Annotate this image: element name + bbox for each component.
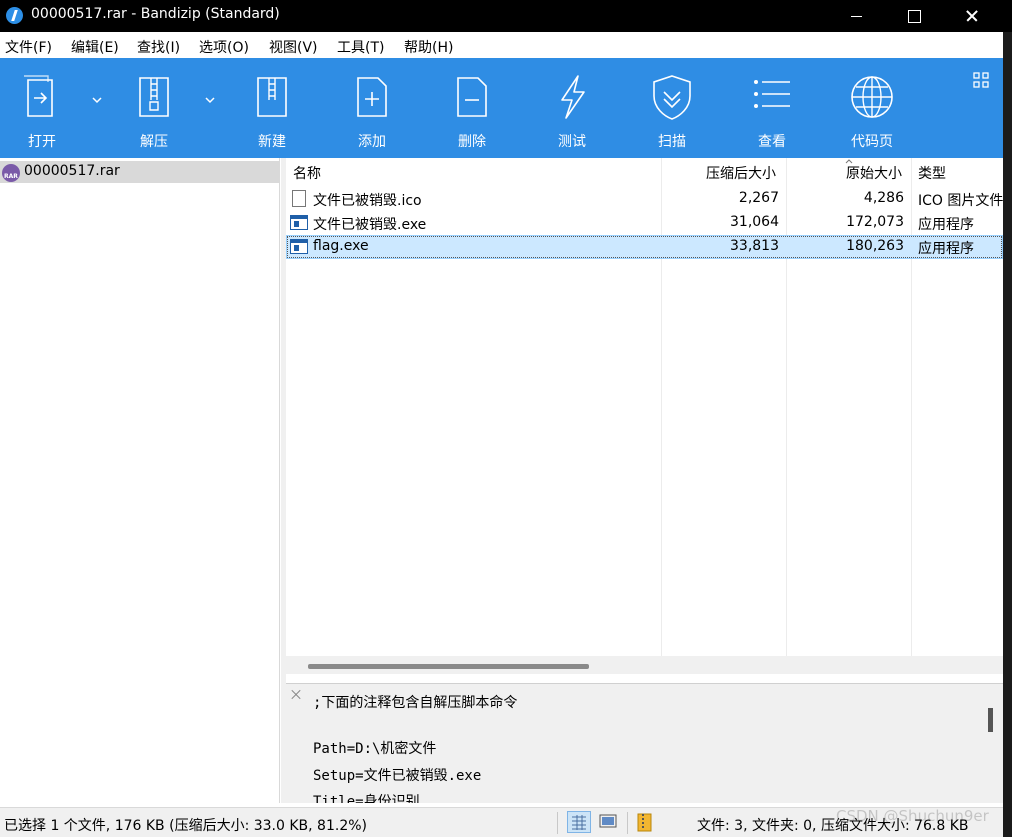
selection-status: 已选择 1 个文件, 176 KB (压缩后大小: 33.0 KB, 81.2%… (4, 818, 367, 834)
packed-size: 31,064 (730, 214, 779, 230)
rar-badge-text: RAR (4, 173, 18, 180)
open-icon (24, 75, 53, 117)
menu-edit[interactable]: 编辑(E) (71, 37, 119, 57)
status-separator (557, 812, 558, 834)
layout-grid-icon[interactable] (973, 72, 989, 88)
add-label: 添加 (358, 134, 386, 150)
exe-file-icon (290, 239, 308, 254)
thumbnail-view-button[interactable] (597, 811, 621, 833)
ico-file-icon (292, 190, 306, 207)
new-archive-button[interactable]: 新建 (232, 58, 312, 158)
comment-line: Title=身份识别 (313, 794, 420, 803)
comment-line: ;下面的注释包含自解压脚本命令 (313, 695, 518, 711)
codepage-button[interactable]: 代码页 (832, 58, 912, 158)
file-name: 文件已被销毁.ico (313, 193, 422, 209)
column-header-type[interactable]: 类型 (918, 163, 946, 183)
list-icon (754, 80, 790, 108)
file-list: 名称 压缩后大小 原始大小 类型 文件已被销毁.ico 2,267 4,286 … (286, 158, 1003, 683)
scan-label: 扫描 (658, 134, 686, 150)
sort-ascending-icon (845, 159, 853, 164)
close-button[interactable] (943, 0, 1001, 32)
maximize-button[interactable] (885, 0, 943, 32)
picture-view-icon (599, 814, 617, 828)
archive-zip-icon (637, 813, 652, 832)
exe-file-icon (290, 215, 308, 230)
packed-size: 2,267 (738, 190, 779, 206)
view-label: 查看 (758, 134, 786, 150)
menu-file[interactable]: 文件(F) (5, 37, 52, 57)
column-header-packed-size[interactable]: 压缩后大小 (706, 163, 776, 183)
add-file-icon (357, 77, 387, 117)
test-label: 测试 (558, 134, 586, 150)
file-type: 应用程序 (918, 217, 974, 233)
column-header-original-size[interactable]: 原始大小 (846, 163, 902, 183)
delete-label: 删除 (458, 134, 486, 150)
original-size: 180,263 (846, 238, 904, 254)
extract-dropdown-chevron-icon[interactable] (205, 96, 215, 104)
rar-archive-icon: RAR (2, 164, 20, 182)
comment-line: Path=D:\机密文件 (313, 741, 437, 757)
lightning-icon (561, 75, 585, 119)
original-size: 4,286 (863, 190, 904, 206)
watermark-text: CSDN @Shuchun9er (836, 807, 989, 825)
open-label: 打开 (28, 134, 56, 150)
title-bar: 00000517.rar - Bandizip (Standard) (0, 0, 1012, 32)
folder-tree-panel: RAR 00000517.rar (0, 158, 280, 803)
archive-info-button[interactable] (633, 811, 657, 833)
menu-options[interactable]: 选项(O) (199, 37, 249, 57)
open-dropdown-chevron-icon[interactable] (92, 96, 102, 104)
extract-icon (139, 77, 169, 117)
close-comment-icon[interactable] (290, 688, 302, 700)
delete-button[interactable]: 删除 (432, 58, 512, 158)
packed-size: 33,813 (730, 238, 779, 254)
test-button[interactable]: 测试 (532, 58, 612, 158)
original-size: 172,073 (846, 214, 904, 230)
open-button[interactable]: 打开 (2, 58, 82, 158)
window-title: 00000517.rar - Bandizip (Standard) (31, 6, 280, 22)
file-type: 应用程序 (918, 241, 974, 257)
table-row[interactable]: 文件已被销毁.ico 2,267 4,286 ICO 图片文件 (286, 187, 1003, 211)
scan-button[interactable]: 扫描 (632, 58, 712, 158)
details-view-button[interactable] (567, 811, 591, 833)
tree-item-label: 00000517.rar (24, 163, 120, 179)
scrollbar-thumb[interactable] (308, 664, 589, 669)
extract-button[interactable]: 解压 (114, 58, 194, 158)
horizontal-scrollbar[interactable] (286, 656, 1003, 674)
menu-help[interactable]: 帮助(H) (404, 37, 453, 57)
tree-item-archive[interactable]: RAR 00000517.rar (0, 161, 279, 183)
comment-line: Setup=文件已被销毁.exe (313, 768, 482, 784)
menu-bar: 文件(F) 编辑(E) 查找(I) 选项(O) 视图(V) 工具(T) 帮助(H… (0, 33, 1003, 58)
column-header-name[interactable]: 名称 (293, 163, 321, 183)
menu-view[interactable]: 视图(V) (269, 37, 318, 57)
codepage-label: 代码页 (851, 134, 893, 150)
comment-scrollbar-thumb[interactable] (988, 708, 993, 732)
minimize-button[interactable] (827, 0, 885, 32)
add-button[interactable]: 添加 (332, 58, 412, 158)
status-separator (627, 812, 628, 834)
archive-comment-pane: ;下面的注释包含自解压脚本命令 Path=D:\机密文件 Setup=文件已被销… (286, 683, 1003, 803)
details-view-icon (572, 815, 586, 830)
extract-label: 解压 (140, 134, 168, 150)
file-type: ICO 图片文件 (918, 193, 1003, 209)
globe-icon (851, 76, 893, 118)
toolbar: 打开 解压 新建 添加 删除 测试 扫描 查看 代码页 (0, 58, 1003, 158)
shield-icon (653, 75, 691, 120)
bandizip-window: 00000517.rar - Bandizip (Standard) 文件(F)… (0, 0, 1012, 837)
view-button[interactable]: 查看 (732, 58, 812, 158)
file-name: flag.exe (313, 238, 369, 254)
bandizip-app-icon (6, 7, 23, 24)
new-archive-label: 新建 (258, 134, 286, 150)
delete-file-icon (457, 77, 487, 117)
menu-tools[interactable]: 工具(T) (337, 37, 384, 57)
table-row[interactable]: 文件已被销毁.exe 31,064 172,073 应用程序 (286, 211, 1003, 235)
file-name: 文件已被销毁.exe (313, 217, 427, 233)
menu-find[interactable]: 查找(I) (137, 37, 180, 57)
new-archive-icon (257, 77, 287, 117)
table-row-selected[interactable]: flag.exe 33,813 180,263 应用程序 (286, 235, 1003, 259)
